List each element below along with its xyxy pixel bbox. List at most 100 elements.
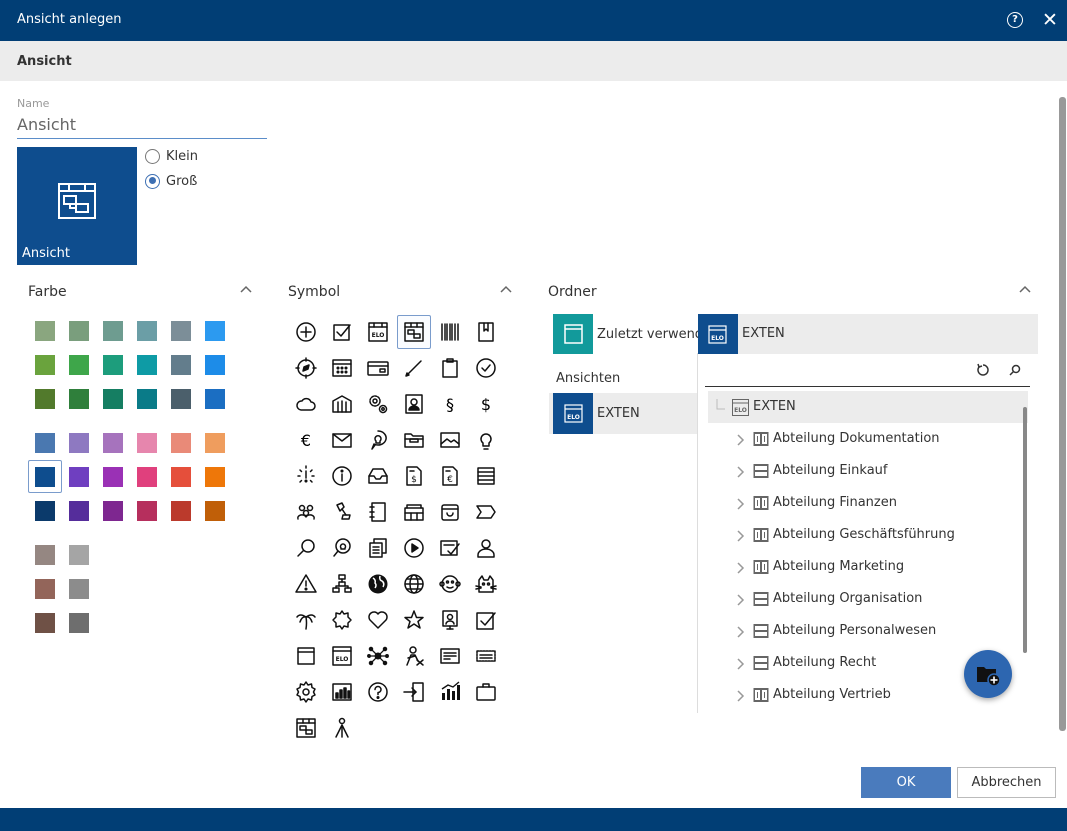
color-swatch[interactable] (205, 433, 225, 453)
notebook-icon[interactable] (361, 495, 395, 529)
invoice-euro-icon[interactable]: € (433, 459, 467, 493)
bar-chart-icon[interactable] (433, 675, 467, 709)
book-icon[interactable] (469, 315, 503, 349)
new-folder-button[interactable] (964, 650, 1012, 698)
people-icon[interactable] (289, 495, 323, 529)
check-box-square-icon[interactable] (469, 603, 503, 637)
color-swatch[interactable] (35, 433, 55, 453)
size-large-radio[interactable]: Groß (145, 171, 197, 191)
tree-root-exten[interactable]: ELO EXTEN (708, 391, 1028, 423)
close-icon[interactable]: ✕ (1040, 9, 1060, 31)
cancel-button[interactable]: Abbrechen (957, 767, 1056, 798)
window-icon[interactable] (289, 639, 323, 673)
color-swatch[interactable] (35, 321, 55, 341)
color-swatch[interactable] (69, 355, 89, 375)
alert-lines-icon[interactable] (289, 459, 323, 493)
org-chart-icon[interactable] (325, 567, 359, 601)
tree-item[interactable]: Abteilung Einkauf (735, 460, 1015, 482)
color-swatch[interactable] (171, 321, 191, 341)
chart-box-icon[interactable] (325, 675, 359, 709)
color-swatch[interactable] (137, 355, 157, 375)
sun-icon[interactable] (325, 603, 359, 637)
color-swatch[interactable] (69, 545, 89, 565)
color-swatch[interactable] (35, 467, 55, 487)
gears-icon[interactable] (361, 387, 395, 421)
color-swatch[interactable] (103, 433, 123, 453)
building-icon[interactable] (325, 387, 359, 421)
tree-item[interactable]: Abteilung Personalwesen (735, 620, 1015, 642)
chevron-right-icon[interactable] (735, 656, 747, 675)
dollar-icon[interactable]: $ (469, 387, 503, 421)
color-swatch[interactable] (137, 467, 157, 487)
label-icon[interactable] (469, 495, 503, 529)
lightbulb-icon[interactable] (469, 423, 503, 457)
chevron-right-icon[interactable] (735, 464, 747, 483)
color-swatch[interactable] (205, 501, 225, 521)
id-card-icon[interactable] (433, 639, 467, 673)
dialog-scrollbar[interactable] (1059, 97, 1066, 731)
search-bulb-icon[interactable] (325, 531, 359, 565)
info-icon[interactable] (325, 459, 359, 493)
credit-card-icon[interactable] (361, 351, 395, 385)
emoji-box-icon[interactable] (433, 495, 467, 529)
tab-ansicht[interactable]: Ansicht (17, 54, 72, 69)
play-circle-icon[interactable] (397, 531, 431, 565)
color-swatch[interactable] (171, 433, 191, 453)
color-swatch[interactable] (69, 579, 89, 599)
color-swatch[interactable] (137, 501, 157, 521)
color-swatch[interactable] (103, 355, 123, 375)
star-icon[interactable] (397, 603, 431, 637)
color-swatch[interactable] (69, 321, 89, 341)
color-swatch[interactable] (69, 433, 89, 453)
chevron-up-icon[interactable] (1017, 282, 1033, 298)
color-swatch[interactable] (205, 355, 225, 375)
tree-scrollbar[interactable] (1023, 407, 1027, 653)
search-icon[interactable] (1005, 360, 1025, 380)
color-swatch[interactable] (137, 321, 157, 341)
color-swatch[interactable] (103, 501, 123, 521)
question-circle-icon[interactable] (361, 675, 395, 709)
compass-icon[interactable] (289, 351, 323, 385)
color-swatch[interactable] (137, 389, 157, 409)
gear-icon[interactable] (289, 675, 323, 709)
search-icon[interactable] (289, 531, 323, 565)
view-icon[interactable] (397, 315, 431, 349)
chevron-right-icon[interactable] (735, 624, 747, 643)
envelope-icon[interactable] (325, 423, 359, 457)
ok-button[interactable]: OK (861, 767, 951, 798)
chevron-right-icon[interactable] (735, 688, 747, 707)
checkbox-icon[interactable] (325, 315, 359, 349)
check-circle-icon[interactable] (469, 351, 503, 385)
color-swatch[interactable] (171, 467, 191, 487)
elo-box-icon[interactable]: ELO (325, 639, 359, 673)
network-icon[interactable] (361, 639, 395, 673)
color-swatch[interactable] (171, 501, 191, 521)
person-cross-icon[interactable] (397, 639, 431, 673)
color-swatch[interactable] (205, 467, 225, 487)
inbox-icon[interactable] (361, 459, 395, 493)
stamp-icon[interactable] (325, 495, 359, 529)
chevron-right-icon[interactable] (735, 560, 747, 579)
heart-icon[interactable] (361, 603, 395, 637)
tree-item[interactable]: Abteilung Geschäftsführung (735, 524, 1015, 546)
paragraph-icon[interactable]: § (433, 387, 467, 421)
contact-icon[interactable] (397, 387, 431, 421)
chevron-up-icon[interactable] (238, 282, 254, 298)
tree-item[interactable]: Abteilung Organisation (735, 588, 1015, 610)
palm-tree-icon[interactable] (289, 603, 323, 637)
calculator-icon[interactable] (325, 351, 359, 385)
warning-icon[interactable] (289, 567, 323, 601)
briefcase-icon[interactable] (469, 675, 503, 709)
recent-folders-tile[interactable] (553, 314, 593, 354)
color-swatch[interactable] (35, 501, 55, 521)
color-swatch[interactable] (69, 389, 89, 409)
chevron-right-icon[interactable] (735, 496, 747, 515)
euro-icon[interactable]: € (289, 423, 323, 457)
size-small-radio[interactable]: Klein (145, 146, 198, 166)
color-swatch[interactable] (69, 501, 89, 521)
color-swatch[interactable] (103, 389, 123, 409)
color-swatch[interactable] (171, 355, 191, 375)
person-icon[interactable] (469, 531, 503, 565)
help-icon[interactable]: ? (1007, 12, 1023, 28)
color-swatch[interactable] (137, 433, 157, 453)
